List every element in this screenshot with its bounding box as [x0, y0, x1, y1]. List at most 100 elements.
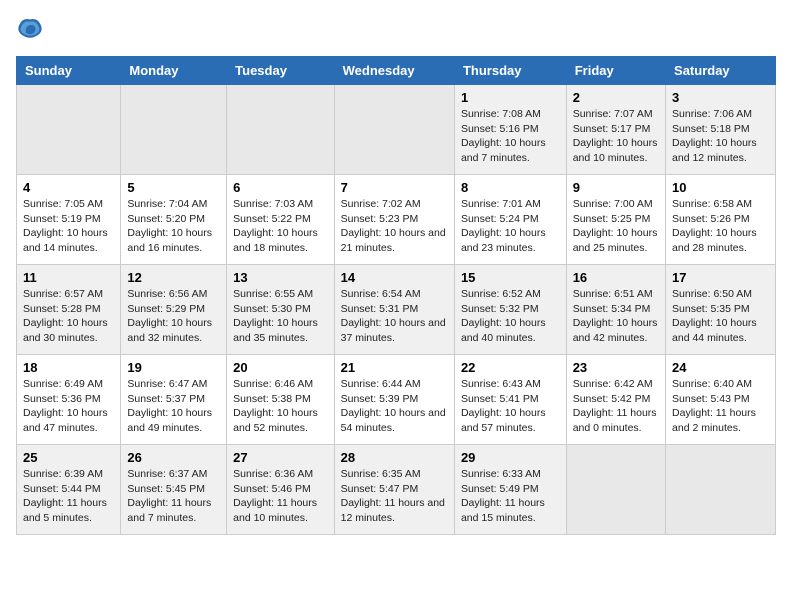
calendar-cell: 18Sunrise: 6:49 AMSunset: 5:36 PMDayligh…: [17, 355, 121, 445]
calendar-cell: 19 Sunrise: 6:47 AMSunset: 5:37 PMDayligh…: [121, 355, 227, 445]
day-number: 7: [341, 180, 448, 195]
calendar-cell: [334, 85, 454, 175]
calendar-cell: 13 Sunrise: 6:55 AMSunset: 5:30 PMDayligh…: [227, 265, 334, 355]
calendar-cell: 5 Sunrise: 7:04 AMSunset: 5:20 PMDaylight…: [121, 175, 227, 265]
day-number: 10: [672, 180, 769, 195]
day-info: Sunrise: 6:42 AMSunset: 5:42 PMDaylight:…: [573, 377, 659, 436]
day-number: 1: [461, 90, 560, 105]
calendar-week-row: 18Sunrise: 6:49 AMSunset: 5:36 PMDayligh…: [17, 355, 776, 445]
day-number: 11: [23, 270, 114, 285]
day-info: Sunrise: 6:35 AMSunset: 5:47 PMDaylight:…: [341, 467, 448, 526]
day-info: Sunrise: 6:54 AMSunset: 5:31 PMDaylight:…: [341, 287, 448, 346]
day-info: Sunrise: 6:52 AMSunset: 5:32 PMDaylight:…: [461, 287, 560, 346]
day-info: Sunrise: 6:50 AMSunset: 5:35 PMDaylight:…: [672, 287, 769, 346]
calendar-cell: [121, 85, 227, 175]
calendar-cell: 8Sunrise: 7:01 AMSunset: 5:24 PMDaylight…: [454, 175, 566, 265]
calendar-cell: [666, 445, 776, 535]
day-number: 5: [127, 180, 220, 195]
day-info: Sunrise: 6:51 AMSunset: 5:34 PMDaylight:…: [573, 287, 659, 346]
day-info: Sunrise: 7:01 AMSunset: 5:24 PMDaylight:…: [461, 197, 560, 256]
calendar-cell: 6Sunrise: 7:03 AMSunset: 5:22 PMDaylight…: [227, 175, 334, 265]
day-info: Sunrise: 6:39 AMSunset: 5:44 PMDaylight:…: [23, 467, 114, 526]
day-info: Sunrise: 6:58 AMSunset: 5:26 PMDaylight:…: [672, 197, 769, 256]
day-number: 22: [461, 360, 560, 375]
calendar-cell: 29 Sunrise: 6:33 AMSunset: 5:49 PMDayligh…: [454, 445, 566, 535]
day-number: 16: [573, 270, 659, 285]
calendar-cell: 2 Sunrise: 7:07 AMSunset: 5:17 PMDaylight…: [566, 85, 665, 175]
day-number: 17: [672, 270, 769, 285]
logo-icon: [16, 16, 44, 44]
day-info: Sunrise: 7:07 AMSunset: 5:17 PMDaylight:…: [573, 107, 659, 166]
calendar-cell: [566, 445, 665, 535]
calendar-cell: 12 Sunrise: 6:56 AMSunset: 5:29 PMDayligh…: [121, 265, 227, 355]
calendar-cell: 21 Sunrise: 6:44 AMSunset: 5:39 PMDayligh…: [334, 355, 454, 445]
header: [16, 16, 776, 44]
weekday-header: Thursday: [454, 57, 566, 85]
calendar-week-row: 11 Sunrise: 6:57 AMSunset: 5:28 PMDayligh…: [17, 265, 776, 355]
day-info: Sunrise: 7:08 AMSunset: 5:16 PMDaylight:…: [461, 107, 560, 166]
weekday-header: Wednesday: [334, 57, 454, 85]
day-number: 28: [341, 450, 448, 465]
day-info: Sunrise: 6:33 AMSunset: 5:49 PMDaylight:…: [461, 467, 560, 526]
calendar-table: SundayMondayTuesdayWednesdayThursdayFrid…: [16, 56, 776, 535]
logo: [16, 16, 48, 44]
calendar-cell: 27 Sunrise: 6:36 AMSunset: 5:46 PMDayligh…: [227, 445, 334, 535]
day-info: Sunrise: 6:37 AMSunset: 5:45 PMDaylight:…: [127, 467, 220, 526]
day-info: Sunrise: 6:56 AMSunset: 5:29 PMDaylight:…: [127, 287, 220, 346]
calendar-cell: 25 Sunrise: 6:39 AMSunset: 5:44 PMDayligh…: [17, 445, 121, 535]
day-info: Sunrise: 7:04 AMSunset: 5:20 PMDaylight:…: [127, 197, 220, 256]
calendar-week-row: 25 Sunrise: 6:39 AMSunset: 5:44 PMDayligh…: [17, 445, 776, 535]
day-info: Sunrise: 6:47 AMSunset: 5:37 PMDaylight:…: [127, 377, 220, 436]
day-number: 26: [127, 450, 220, 465]
calendar-cell: 23Sunrise: 6:42 AMSunset: 5:42 PMDayligh…: [566, 355, 665, 445]
day-info: Sunrise: 7:00 AMSunset: 5:25 PMDaylight:…: [573, 197, 659, 256]
calendar-cell: 24Sunrise: 6:40 AMSunset: 5:43 PMDayligh…: [666, 355, 776, 445]
calendar-cell: 26 Sunrise: 6:37 AMSunset: 5:45 PMDayligh…: [121, 445, 227, 535]
calendar-cell: 3 Sunrise: 7:06 AMSunset: 5:18 PMDaylight…: [666, 85, 776, 175]
calendar-cell: 20 Sunrise: 6:46 AMSunset: 5:38 PMDayligh…: [227, 355, 334, 445]
day-number: 27: [233, 450, 327, 465]
calendar-cell: [17, 85, 121, 175]
day-info: Sunrise: 6:44 AMSunset: 5:39 PMDaylight:…: [341, 377, 448, 436]
calendar-cell: 28 Sunrise: 6:35 AMSunset: 5:47 PMDayligh…: [334, 445, 454, 535]
calendar-cell: 4 Sunrise: 7:05 AMSunset: 5:19 PMDaylight…: [17, 175, 121, 265]
weekday-header: Saturday: [666, 57, 776, 85]
day-number: 20: [233, 360, 327, 375]
day-info: Sunrise: 6:43 AMSunset: 5:41 PMDaylight:…: [461, 377, 560, 436]
day-info: Sunrise: 6:57 AMSunset: 5:28 PMDaylight:…: [23, 287, 114, 346]
day-number: 18: [23, 360, 114, 375]
calendar-cell: 11 Sunrise: 6:57 AMSunset: 5:28 PMDayligh…: [17, 265, 121, 355]
day-number: 15: [461, 270, 560, 285]
day-number: 12: [127, 270, 220, 285]
day-number: 4: [23, 180, 114, 195]
day-info: Sunrise: 6:36 AMSunset: 5:46 PMDaylight:…: [233, 467, 327, 526]
calendar-cell: 22 Sunrise: 6:43 AMSunset: 5:41 PMDayligh…: [454, 355, 566, 445]
calendar-week-row: 4 Sunrise: 7:05 AMSunset: 5:19 PMDaylight…: [17, 175, 776, 265]
calendar-cell: 16 Sunrise: 6:51 AMSunset: 5:34 PMDayligh…: [566, 265, 665, 355]
calendar-cell: 7 Sunrise: 7:02 AMSunset: 5:23 PMDaylight…: [334, 175, 454, 265]
calendar-cell: 9Sunrise: 7:00 AMSunset: 5:25 PMDaylight…: [566, 175, 665, 265]
calendar-cell: [227, 85, 334, 175]
day-number: 19: [127, 360, 220, 375]
day-number: 6: [233, 180, 327, 195]
calendar-cell: 15 Sunrise: 6:52 AMSunset: 5:32 PMDayligh…: [454, 265, 566, 355]
calendar-cell: 17 Sunrise: 6:50 AMSunset: 5:35 PMDayligh…: [666, 265, 776, 355]
weekday-header: Monday: [121, 57, 227, 85]
day-info: Sunrise: 7:05 AMSunset: 5:19 PMDaylight:…: [23, 197, 114, 256]
day-number: 3: [672, 90, 769, 105]
day-number: 2: [573, 90, 659, 105]
day-number: 21: [341, 360, 448, 375]
calendar-week-row: 1 Sunrise: 7:08 AMSunset: 5:16 PMDaylight…: [17, 85, 776, 175]
day-number: 29: [461, 450, 560, 465]
day-number: 13: [233, 270, 327, 285]
weekday-header-row: SundayMondayTuesdayWednesdayThursdayFrid…: [17, 57, 776, 85]
day-number: 25: [23, 450, 114, 465]
day-info: Sunrise: 7:02 AMSunset: 5:23 PMDaylight:…: [341, 197, 448, 256]
calendar-cell: 14Sunrise: 6:54 AMSunset: 5:31 PMDayligh…: [334, 265, 454, 355]
weekday-header: Sunday: [17, 57, 121, 85]
calendar-cell: 1 Sunrise: 7:08 AMSunset: 5:16 PMDaylight…: [454, 85, 566, 175]
day-info: Sunrise: 6:46 AMSunset: 5:38 PMDaylight:…: [233, 377, 327, 436]
day-info: Sunrise: 7:06 AMSunset: 5:18 PMDaylight:…: [672, 107, 769, 166]
weekday-header: Tuesday: [227, 57, 334, 85]
day-info: Sunrise: 6:55 AMSunset: 5:30 PMDaylight:…: [233, 287, 327, 346]
